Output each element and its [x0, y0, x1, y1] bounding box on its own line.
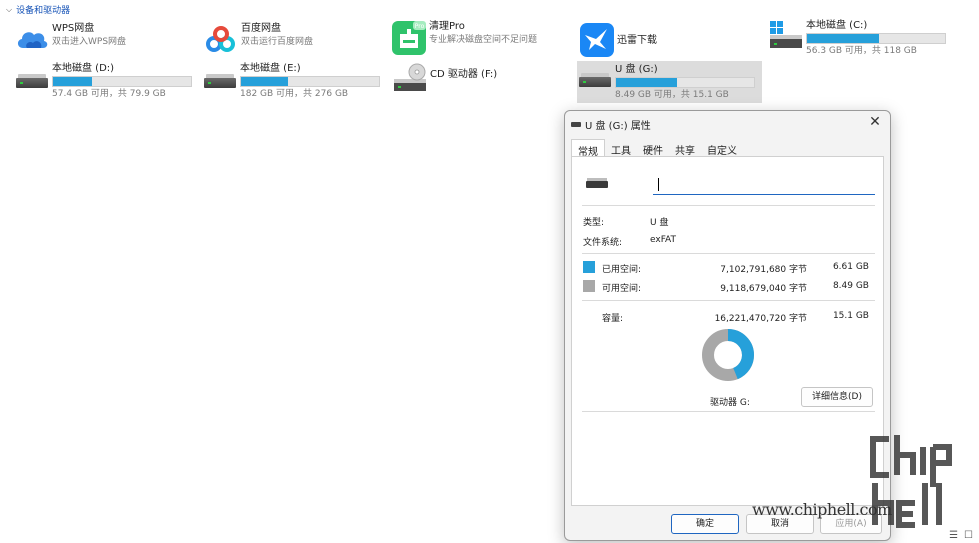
- item-cd-drive-f[interactable]: CD 驱动器 (F:): [392, 62, 572, 102]
- close-icon[interactable]: ✕: [864, 113, 886, 131]
- item-subtitle: 双击运行百度网盘: [241, 37, 314, 47]
- divider: [582, 300, 875, 301]
- item-drive-c[interactable]: 本地磁盘 (C:) 56.3 GB 可用，共 118 GB: [768, 19, 948, 59]
- dialog-title: U 盘 (G:) 属性: [585, 120, 651, 132]
- divider: [582, 411, 875, 412]
- capacity-bar: [52, 76, 192, 87]
- capacity-bar-fill: [241, 77, 288, 86]
- usb-drive-icon: [577, 61, 613, 97]
- pro-badge: Pro: [415, 23, 425, 30]
- item-drive-e[interactable]: 本地磁盘 (E:) 182 GB 可用，共 276 GB: [202, 62, 384, 102]
- details-button[interactable]: 详细信息(D): [801, 387, 873, 407]
- drive-letter-label: 驱动器 G:: [710, 398, 750, 408]
- xunlei-bird-icon: [579, 22, 615, 58]
- capacity-bar-fill: [807, 34, 879, 43]
- capacity-bar-fill: [53, 77, 92, 86]
- item-subtitle: 57.4 GB 可用，共 79.9 GB: [52, 89, 166, 99]
- item-subtitle: 182 GB 可用，共 276 GB: [240, 89, 349, 99]
- type-label: 类型:: [583, 218, 605, 228]
- details-view-icon[interactable]: ☰: [949, 530, 958, 541]
- item-name: 本地磁盘 (E:): [240, 63, 301, 74]
- dialog-tabs: 常规 工具 硬件 共享 自定义: [571, 139, 743, 158]
- chevron-down-icon: ⌵: [6, 4, 13, 14]
- cd-drive-icon: [392, 62, 428, 98]
- section-header-devices[interactable]: ⌵ 设备和驱动器: [6, 3, 71, 17]
- text-caret: [658, 178, 659, 191]
- properties-dialog: U 盘 (G:) 属性 ✕ 常规 工具 硬件 共享 自定义 类型: U 盘 文件…: [564, 110, 891, 541]
- item-subtitle: 专业解决磁盘空间不足问题: [429, 35, 538, 45]
- divider: [582, 205, 875, 206]
- filesystem-label: 文件系统:: [583, 238, 623, 248]
- cloud-icon: [14, 22, 50, 58]
- usb-drive-icon: [586, 178, 608, 188]
- free-space-swatch: [583, 280, 595, 292]
- used-space-gb: 6.61 GB: [832, 262, 869, 272]
- item-subtitle: 双击进入WPS网盘: [52, 37, 127, 47]
- capacity-bar: [240, 76, 380, 87]
- dialog-titlebar[interactable]: U 盘 (G:) 属性: [571, 115, 884, 133]
- tab-general[interactable]: 常规: [571, 139, 605, 158]
- capacity-label: 容量:: [602, 314, 624, 324]
- windows-drive-icon: [768, 19, 804, 55]
- view-toggle: ☰ ☐: [949, 530, 973, 541]
- capacity-bytes: 16,221,470,720 字节: [714, 314, 807, 324]
- item-qingli-pro[interactable]: Pro 清理Pro 专业解决磁盘空间不足问题: [391, 20, 571, 60]
- item-name: 迅雷下载: [617, 34, 657, 46]
- ok-button[interactable]: 确定: [671, 514, 739, 534]
- item-baidu-netdisk[interactable]: 百度网盘 双击运行百度网盘: [203, 22, 383, 62]
- item-usb-drive-g[interactable]: U 盘 (G:) 8.49 GB 可用，共 15.1 GB: [577, 61, 762, 103]
- free-space-label: 可用空间:: [602, 284, 642, 294]
- item-name: 本地磁盘 (C:): [806, 20, 868, 31]
- drive-title-icon: [571, 121, 581, 127]
- tab-tools[interactable]: 工具: [605, 139, 637, 157]
- capacity-bar: [615, 77, 755, 88]
- free-space-gb: 8.49 GB: [832, 281, 869, 291]
- hard-drive-icon: [14, 62, 50, 98]
- capacity-bar-fill: [616, 78, 677, 87]
- capacity-bar: [806, 33, 946, 44]
- watermark-site: www.chiphell.com: [752, 500, 892, 519]
- used-space-label: 已用空间:: [602, 265, 642, 275]
- capacity-gb: 15.1 GB: [832, 311, 869, 321]
- section-title: 设备和驱动器: [16, 6, 71, 16]
- item-xunlei-download[interactable]: 迅雷下载: [579, 20, 759, 60]
- tab-sharing[interactable]: 共享: [669, 139, 701, 157]
- item-wps-cloud[interactable]: WPS网盘 双击进入WPS网盘: [14, 22, 194, 62]
- used-space-bytes: 7,102,791,680 字节: [720, 265, 807, 275]
- tab-hardware[interactable]: 硬件: [637, 139, 669, 157]
- filesystem-value: exFAT: [650, 235, 677, 245]
- item-name: U 盘 (G:): [615, 64, 658, 75]
- cleaner-pro-icon: Pro: [391, 20, 427, 56]
- item-name: WPS网盘: [52, 23, 95, 34]
- volume-name-input[interactable]: [653, 175, 875, 195]
- general-tab-panel: 类型: U 盘 文件系统: exFAT 已用空间: 7,102,791,680 …: [571, 156, 884, 506]
- used-space-swatch: [583, 261, 595, 273]
- divider: [582, 253, 875, 254]
- hard-drive-icon: [202, 62, 238, 98]
- free-space-bytes: 9,118,679,040 字节: [720, 284, 807, 294]
- item-drive-d[interactable]: 本地磁盘 (D:) 57.4 GB 可用，共 79.9 GB: [14, 62, 196, 102]
- type-value: U 盘: [650, 218, 669, 228]
- item-name: 清理Pro: [429, 21, 465, 32]
- baidu-netdisk-icon: [203, 22, 239, 58]
- usage-donut-chart: [702, 329, 754, 381]
- tab-customize[interactable]: 自定义: [701, 139, 743, 157]
- item-subtitle: 8.49 GB 可用，共 15.1 GB: [615, 90, 729, 100]
- item-name: 本地磁盘 (D:): [52, 63, 115, 74]
- item-subtitle: 56.3 GB 可用，共 118 GB: [806, 46, 917, 56]
- item-name: CD 驱动器 (F:): [430, 69, 498, 80]
- item-name: 百度网盘: [241, 23, 281, 34]
- tiles-view-icon[interactable]: ☐: [964, 530, 973, 541]
